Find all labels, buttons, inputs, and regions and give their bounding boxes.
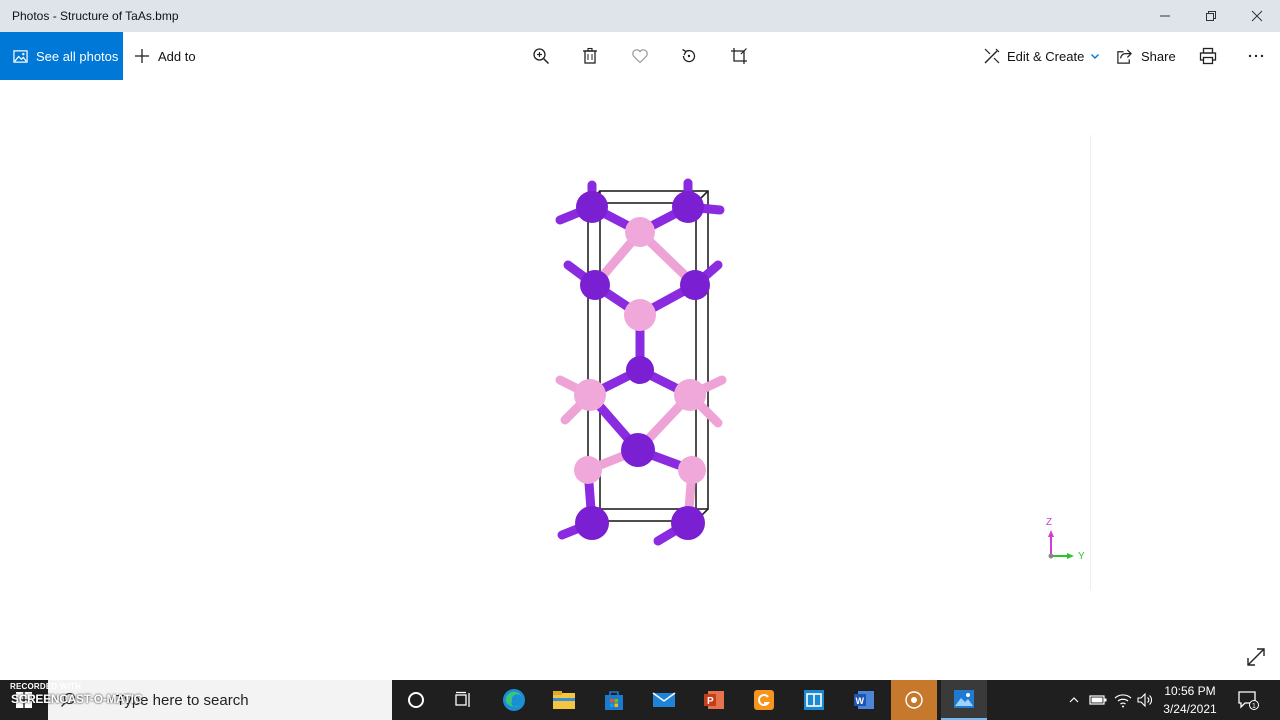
photos-icon bbox=[954, 690, 974, 708]
blue-app-button[interactable] bbox=[791, 680, 837, 720]
blue-app-icon bbox=[804, 690, 824, 710]
see-all-photos-button[interactable]: See all photos bbox=[0, 32, 123, 80]
more-icon bbox=[1248, 54, 1264, 58]
windows-taskbar: Type here to search P W 10:56 PM 3/24/20… bbox=[0, 680, 1280, 720]
battery-icon bbox=[1089, 695, 1107, 705]
svg-text:P: P bbox=[707, 696, 714, 707]
cortana-icon bbox=[408, 692, 424, 708]
restore-button[interactable] bbox=[1188, 0, 1234, 32]
axes-indicator: Z Y bbox=[1046, 517, 1085, 562]
recorder-icon bbox=[905, 691, 923, 709]
zoom-icon bbox=[533, 48, 550, 65]
print-icon bbox=[1199, 47, 1217, 65]
svg-text:W: W bbox=[856, 696, 865, 706]
recorder-button[interactable] bbox=[891, 680, 937, 720]
crop-button[interactable] bbox=[729, 46, 749, 66]
task-view-icon bbox=[455, 691, 470, 707]
share-icon bbox=[1117, 48, 1132, 64]
share-label: Share bbox=[1141, 48, 1176, 64]
zoom-button[interactable] bbox=[531, 46, 551, 66]
more-button[interactable] bbox=[1246, 46, 1266, 66]
mail-button[interactable] bbox=[641, 680, 687, 720]
favorite-button[interactable] bbox=[630, 46, 650, 66]
wifi-button[interactable] bbox=[1112, 680, 1134, 720]
orange-app-button[interactable] bbox=[741, 680, 787, 720]
axis-y-label: Y bbox=[1078, 551, 1085, 562]
axis-z-label: Z bbox=[1046, 517, 1052, 528]
see-all-photos-label: See all photos bbox=[36, 48, 119, 64]
battery-button[interactable] bbox=[1087, 680, 1109, 720]
store-icon bbox=[605, 691, 623, 710]
taskbar-clock[interactable]: 10:56 PM 3/24/2021 bbox=[1158, 682, 1222, 718]
photo-toolbar: See all photos Add to Edit & Create Shar… bbox=[0, 32, 1280, 80]
minimize-button[interactable] bbox=[1142, 0, 1188, 32]
cortana-button[interactable] bbox=[393, 680, 439, 720]
volume-button[interactable] bbox=[1135, 680, 1155, 720]
clock-date: 3/24/2021 bbox=[1163, 702, 1217, 716]
favorite-icon bbox=[632, 49, 648, 64]
task-view-button[interactable] bbox=[440, 680, 486, 720]
orange-app-icon bbox=[754, 690, 774, 710]
notification-count: 1 bbox=[1252, 703, 1256, 710]
screencast-watermark: SCREENCAST-O-MATIC bbox=[11, 692, 143, 706]
close-icon bbox=[1251, 10, 1263, 22]
add-to-button[interactable]: Add to bbox=[134, 32, 196, 80]
window-title: Photos - Structure of TaAs.bmp bbox=[12, 9, 179, 23]
photos-taskbar-button[interactable] bbox=[941, 680, 987, 720]
volume-icon bbox=[1137, 693, 1152, 707]
rotate-button[interactable] bbox=[679, 46, 699, 66]
expand-icon[interactable] bbox=[1245, 646, 1267, 668]
restore-icon bbox=[1206, 11, 1216, 21]
word-icon: W bbox=[854, 691, 874, 709]
store-button[interactable] bbox=[591, 680, 637, 720]
clock-time: 10:56 PM bbox=[1164, 684, 1216, 698]
word-button[interactable]: W bbox=[841, 680, 887, 720]
add-to-label: Add to bbox=[158, 48, 196, 64]
recorded-with-watermark: RECORDED WITH bbox=[10, 682, 82, 691]
file-explorer-icon bbox=[553, 691, 575, 709]
close-button[interactable] bbox=[1234, 0, 1280, 32]
chevron-down-icon bbox=[1091, 54, 1100, 59]
taas-structure-image bbox=[555, 178, 727, 546]
delete-icon bbox=[583, 47, 597, 64]
crop-icon bbox=[731, 48, 747, 64]
edit-create-button[interactable]: Edit & Create bbox=[983, 32, 1100, 80]
photo-canvas[interactable]: Z Y bbox=[0, 80, 1280, 680]
photos-app-window: Photos - Structure of TaAs.bmp See all p… bbox=[0, 0, 1280, 720]
chevron-up-icon bbox=[1069, 697, 1079, 703]
edit-create-label: Edit & Create bbox=[1007, 48, 1085, 64]
powerpoint-icon: P bbox=[704, 691, 724, 709]
notification-center-button[interactable]: 1 bbox=[1234, 680, 1262, 720]
edge-icon bbox=[503, 689, 525, 711]
rotate-icon bbox=[682, 48, 696, 63]
edit-create-icon bbox=[984, 48, 1000, 64]
delete-button[interactable] bbox=[580, 46, 600, 66]
file-explorer-button[interactable] bbox=[541, 680, 587, 720]
title-bar: Photos - Structure of TaAs.bmp bbox=[0, 0, 1280, 32]
wifi-icon bbox=[1114, 694, 1132, 708]
plus-icon bbox=[135, 49, 149, 63]
tray-chevron-button[interactable] bbox=[1064, 680, 1084, 720]
minimize-icon bbox=[1160, 15, 1170, 17]
powerpoint-button[interactable]: P bbox=[691, 680, 737, 720]
photo-icon bbox=[13, 49, 28, 63]
mail-icon bbox=[652, 692, 676, 707]
notification-icon: 1 bbox=[1238, 691, 1259, 710]
print-button[interactable] bbox=[1198, 46, 1218, 66]
share-button[interactable]: Share bbox=[1116, 32, 1176, 80]
edge-button[interactable] bbox=[491, 680, 537, 720]
